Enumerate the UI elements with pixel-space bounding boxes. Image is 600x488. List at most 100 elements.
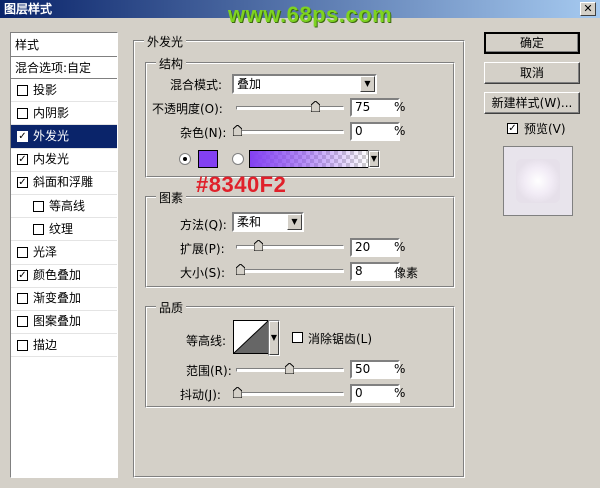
jitter-input[interactable]: 0 (350, 384, 400, 403)
opacity-slider[interactable] (236, 101, 344, 112)
opacity-input[interactable]: 75 (350, 98, 400, 117)
style-item-label: 渐变叠加 (33, 291, 82, 306)
chevron-down-icon: ▼ (269, 321, 279, 355)
spread-input[interactable]: 20 (350, 238, 400, 257)
style-checkbox[interactable] (17, 107, 28, 119)
style-checkbox[interactable] (33, 223, 44, 235)
chevron-down-icon: ▼ (287, 214, 302, 230)
gradient-dropdown[interactable]: ▼ (368, 150, 380, 168)
style-checkbox[interactable] (17, 246, 28, 258)
styles-header[interactable]: 样式 (11, 33, 117, 57)
chevron-down-icon: ▼ (360, 76, 375, 92)
preview-label[interactable]: 预览(V) (524, 120, 566, 137)
style-item[interactable]: ✓ 斜面和浮雕 (11, 172, 117, 195)
styles-list: 样式 混合选项:自定 投影内阴影 ✓ 外发光 ✓ 内发光 ✓ 斜面和浮雕等高线纹理光泽 ✓ 颜色… (10, 32, 118, 478)
solid-color-radio[interactable] (179, 153, 191, 165)
style-item-label: 投影 (33, 82, 58, 97)
jitter-slider[interactable] (233, 387, 344, 398)
contour-picker[interactable] (233, 320, 269, 354)
style-checkbox[interactable] (17, 84, 28, 96)
glow-color-swatch[interactable] (198, 150, 218, 168)
style-item[interactable]: ✓ 内发光 (11, 149, 117, 172)
style-item[interactable]: ✓ 颜色叠加 (11, 265, 117, 288)
elements-title: 图素 (156, 189, 187, 206)
noise-slider[interactable] (233, 125, 344, 136)
style-checkbox[interactable]: ✓ (17, 177, 28, 189)
style-item[interactable]: 投影 (11, 79, 117, 103)
antialias-label[interactable]: 消除锯齿(L) (308, 330, 372, 347)
range-input[interactable]: 50 (350, 360, 400, 379)
opacity-slider-thumb[interactable] (311, 101, 320, 112)
technique-select[interactable]: 柔和 ▼ (232, 212, 304, 232)
jitter-label: 抖动(J): (180, 388, 221, 402)
ok-button[interactable]: 确定 (484, 32, 580, 54)
gradient-radio[interactable] (232, 153, 244, 165)
style-checkbox[interactable] (17, 293, 28, 305)
blend-mode-select[interactable]: 叠加 ▼ (232, 74, 377, 94)
style-item-label: 内发光 (33, 152, 70, 167)
preview-swatch-icon (516, 159, 560, 203)
size-unit: 像素 (394, 266, 419, 280)
contour-curve-icon (233, 320, 269, 354)
blend-mode-label: 混合模式: (170, 78, 223, 92)
style-checkbox[interactable]: ✓ (17, 270, 28, 282)
size-input[interactable]: 8 (350, 262, 400, 281)
window-title: 图层样式 (4, 2, 53, 16)
opacity-unit: % (394, 100, 406, 114)
glow-gradient-picker[interactable] (249, 150, 369, 168)
style-item-label: 颜色叠加 (33, 268, 82, 283)
noise-input[interactable]: 0 (350, 122, 400, 141)
style-checkbox[interactable] (17, 339, 28, 351)
range-slider-thumb[interactable] (285, 363, 294, 374)
range-unit: % (394, 362, 406, 376)
size-slider-thumb[interactable] (236, 264, 246, 275)
style-item[interactable]: 纹理 (11, 218, 117, 242)
blend-options-item[interactable]: 混合选项:自定 (11, 57, 117, 79)
style-item-label: 斜面和浮雕 (33, 175, 94, 190)
contour-dropdown[interactable]: ▼ (268, 320, 280, 356)
range-label: 范围(R): (186, 364, 232, 378)
noise-label: 杂色(N): (180, 126, 227, 140)
style-preview-thumbnail (503, 146, 573, 216)
noise-slider-thumb[interactable] (233, 125, 242, 136)
style-item-label: 图案叠加 (33, 314, 82, 329)
jitter-unit: % (394, 386, 406, 400)
close-icon: ✕ (583, 2, 593, 15)
style-item-label: 光泽 (33, 244, 58, 259)
jitter-slider-thumb[interactable] (233, 387, 242, 398)
new-style-button[interactable]: 新建样式(W)... (484, 92, 580, 114)
style-item[interactable]: ✓ 外发光 (11, 125, 117, 149)
technique-label: 方法(Q): (180, 218, 227, 232)
style-item-label: 外发光 (33, 128, 70, 143)
blend-mode-value: 叠加 (237, 77, 262, 91)
spread-slider-thumb[interactable] (253, 240, 263, 251)
style-checkbox[interactable]: ✓ (17, 130, 28, 142)
size-label: 大小(S): (180, 266, 226, 280)
noise-unit: % (394, 124, 406, 138)
preview-checkbox[interactable]: ✓ (507, 123, 518, 134)
style-item[interactable]: 渐变叠加 (11, 288, 117, 311)
chevron-down-icon: ▼ (369, 151, 379, 167)
contour-label: 等高线: (186, 334, 227, 348)
style-item[interactable]: 光泽 (11, 241, 117, 265)
range-slider[interactable] (236, 363, 344, 374)
watermark: www.68ps.com (228, 2, 393, 27)
spread-slider[interactable] (236, 240, 344, 251)
style-item-label: 内阴影 (33, 105, 70, 120)
style-item[interactable]: 图案叠加 (11, 311, 117, 335)
style-checkbox[interactable] (33, 200, 44, 212)
size-slider[interactable] (236, 264, 344, 275)
antialias-checkbox[interactable] (292, 332, 303, 343)
style-checkbox[interactable]: ✓ (17, 154, 28, 166)
style-checkbox[interactable] (17, 316, 28, 328)
hex-color-annotation: #8340F2 (196, 172, 287, 197)
style-item[interactable]: 等高线 (11, 195, 117, 219)
style-item[interactable]: 描边 (11, 334, 117, 358)
style-item[interactable]: 内阴影 (11, 102, 117, 126)
style-item-label: 描边 (33, 337, 58, 352)
quality-title: 品质 (156, 299, 187, 316)
structure-title: 结构 (156, 55, 187, 72)
style-item-label: 纹理 (49, 221, 74, 236)
cancel-button[interactable]: 取消 (484, 62, 580, 84)
close-button[interactable]: ✕ (580, 2, 596, 16)
